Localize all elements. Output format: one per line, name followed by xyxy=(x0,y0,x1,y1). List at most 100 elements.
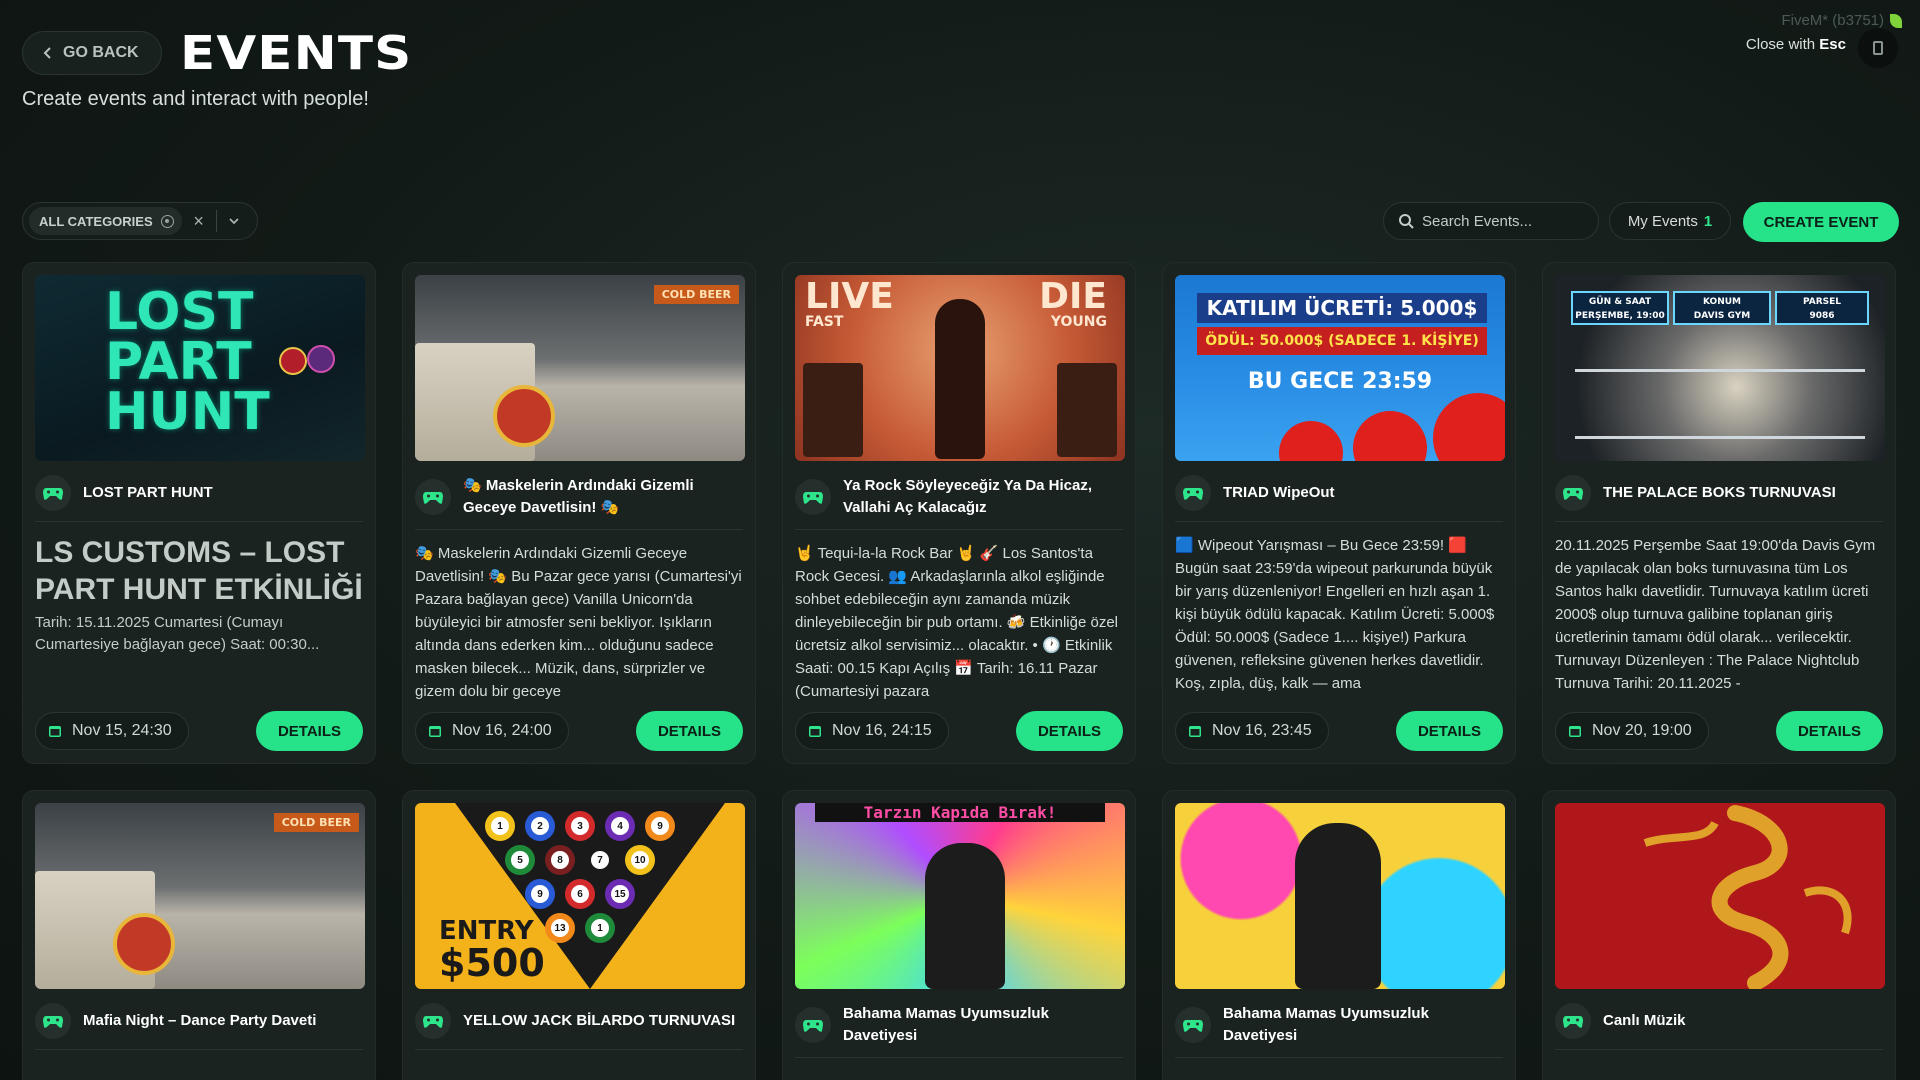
event-card[interactable]: Bahama Mamas Uyumsuzluk Davetiyesi xyxy=(1162,790,1516,1080)
clear-filter-button[interactable]: × xyxy=(182,211,216,232)
speaker-image xyxy=(803,363,863,457)
billiard-ball-number: 10 xyxy=(631,851,649,869)
event-title: THE PALACE BOKS TURNUVASI xyxy=(1603,484,1836,501)
event-date: Nov 16, 24:15 xyxy=(795,712,949,750)
image-text-line: LIVE xyxy=(805,276,894,317)
event-card[interactable]: COLD BEER Mafia Night – Dance Party Dave… xyxy=(22,790,376,1080)
event-title: YELLOW JACK BİLARDO TURNUVASI xyxy=(463,1012,736,1029)
info-banner-label: GÜN & SAAT xyxy=(1588,297,1652,307)
billiard-ball: 1 xyxy=(485,811,515,841)
event-title: Bahama Mamas Uyumsuzluk Davetiyesi xyxy=(843,1005,1049,1044)
speaker-image xyxy=(1057,363,1117,457)
event-date: Nov 16, 24:00 xyxy=(415,712,569,750)
search-input[interactable] xyxy=(1422,212,1582,230)
fivem-build-text: FiveM* (b3751) xyxy=(1781,12,1884,29)
category-chip-label: ALL CATEGORIES xyxy=(39,213,153,229)
page-subtitle: Create events and interact with people! xyxy=(22,88,369,110)
event-card[interactable]: Tarzın Kapıda Bırak! Bahama Mamas Uyumsu… xyxy=(782,790,1136,1080)
billiard-ball: 9 xyxy=(645,811,675,841)
event-header: Bahama Mamas Uyumsuzluk Davetiyesi xyxy=(1175,1003,1503,1058)
info-banner-value: 9086 xyxy=(1809,311,1835,321)
event-image xyxy=(1555,803,1885,989)
billiard-ball-number: 5 xyxy=(511,851,529,869)
filter-dropdown-button[interactable] xyxy=(217,215,251,227)
gamepad-icon xyxy=(795,479,831,515)
event-description-heading: LS CUSTOMS – LOST PART HUNT ETKİNLİĞİ xyxy=(35,536,363,606)
calendar-icon xyxy=(809,726,821,737)
billiard-ball: 15 xyxy=(605,879,635,909)
billiard-ball: 4 xyxy=(605,811,635,841)
event-description: 🟦 Wipeout Yarışması – Bu Gece 23:59! 🟥 B… xyxy=(1175,537,1495,692)
target-icon xyxy=(160,214,174,228)
search-box[interactable] xyxy=(1383,202,1599,240)
event-header: THE PALACE BOKS TURNUVASI xyxy=(1555,475,1883,522)
dancer-image xyxy=(925,843,1005,989)
fivem-build-label: FiveM* (b3751) xyxy=(1781,12,1902,29)
gamepad-icon xyxy=(415,1003,451,1039)
billiard-ball: 9 xyxy=(525,879,555,909)
event-image: KATILIM ÜCRETİ: 5.000$ ÖDÜL: 50.000$ (SA… xyxy=(1175,275,1505,461)
event-card[interactable]: LOST PART HUNT LOST PART HUNT LS CUSTOMS… xyxy=(22,262,376,764)
go-back-label: GO BACK xyxy=(63,44,139,61)
event-footer: Nov 16, 23:45 DETAILS xyxy=(1175,711,1503,751)
billiard-ball-number: 1 xyxy=(491,817,509,835)
event-card[interactable]: KATILIM ÜCRETİ: 5.000$ ÖDÜL: 50.000$ (SA… xyxy=(1162,262,1516,764)
event-card[interactable]: LIVE FAST DIE YOUNG Ya Rock Söyleyeceğiz… xyxy=(782,262,1136,764)
event-date-text: Nov 16, 24:15 xyxy=(832,722,932,739)
bar-logo-image xyxy=(493,385,555,447)
details-button[interactable]: DETAILS xyxy=(1775,711,1883,751)
image-text-line: YOUNG xyxy=(1050,314,1107,330)
billiard-ball-number: 6 xyxy=(571,885,589,903)
category-filter[interactable]: ALL CATEGORIES × xyxy=(22,202,258,240)
entry-price: $500 xyxy=(439,941,545,985)
details-button[interactable]: DETAILS xyxy=(1395,711,1503,751)
billiard-ball-number: 9 xyxy=(651,817,669,835)
event-title: TRIAD WipeOut xyxy=(1223,484,1335,501)
info-banner: KONUM DAVIS GYM xyxy=(1673,291,1771,325)
gamepad-icon xyxy=(35,1003,71,1039)
billiard-ball-number: 1 xyxy=(591,919,609,937)
events-grid: LOST PART HUNT LOST PART HUNT LS CUSTOMS… xyxy=(22,262,1896,1080)
event-description: 20.11.2025 Perşembe Saat 19:00'da Davis … xyxy=(1555,537,1876,692)
create-event-button[interactable]: CREATE EVENT xyxy=(1743,202,1899,242)
chevron-down-icon xyxy=(229,218,239,225)
calendar-icon xyxy=(429,726,441,737)
image-text-line: DIE xyxy=(1039,276,1107,317)
close-button[interactable] xyxy=(1858,28,1898,68)
event-card[interactable]: GÜN & SAAT PERŞEMBE, 19:00 KONUM DAVIS G… xyxy=(1542,262,1896,764)
details-button[interactable]: DETAILS xyxy=(255,711,363,751)
wipeout-ball xyxy=(1279,421,1343,461)
info-banner-label: KONUM xyxy=(1702,297,1742,307)
billiard-ball-number: 9 xyxy=(531,885,549,903)
badge-icon xyxy=(307,345,335,373)
details-button[interactable]: DETAILS xyxy=(1015,711,1123,751)
event-card[interactable]: COLD BEER 🎭 Maskelerin Ardındaki Gizemli… xyxy=(402,262,756,764)
close-hint-key: Esc xyxy=(1819,36,1846,53)
details-button[interactable]: DETAILS xyxy=(635,711,743,751)
billiard-ball: 8 xyxy=(545,845,575,875)
my-events-button[interactable]: My Events 1 xyxy=(1609,202,1731,240)
event-title: LOST PART HUNT xyxy=(83,484,213,501)
banner-text: Tarzın Kapıda Bırak! xyxy=(815,803,1105,822)
event-date: Nov 16, 23:45 xyxy=(1175,712,1329,750)
info-banner-value: PERŞEMBE, 19:00 xyxy=(1575,311,1665,321)
fivem-leaf-icon xyxy=(1890,13,1902,28)
category-chip[interactable]: ALL CATEGORIES xyxy=(29,207,182,235)
go-back-button[interactable]: GO BACK xyxy=(22,31,162,75)
event-card[interactable]: Canlı Müzik xyxy=(1542,790,1896,1080)
event-card[interactable]: 1 2 3 4 9 5 8 7 10 9 6 15 13 1 ENTRY $500 YELLOW JACK… xyxy=(402,790,756,1080)
billiard-ball-number: 3 xyxy=(571,817,589,835)
event-header: YELLOW JACK BİLARDO TURNUVASI xyxy=(415,1003,743,1050)
prize-banner: ÖDÜL: 50.000$ (SADECE 1. KİŞİYE) xyxy=(1197,327,1487,355)
event-description-text: Tarih: 15.11.2025 Cumartesi (Cumayı Cuma… xyxy=(35,614,320,653)
time-banner: BU GECE 23:59 xyxy=(1247,369,1433,394)
event-date-text: Nov 16, 24:00 xyxy=(452,722,552,739)
event-footer: Nov 20, 19:00 DETAILS xyxy=(1555,711,1883,751)
billiard-ball: 5 xyxy=(505,845,535,875)
event-header: Ya Rock Söyleyeceğiz Ya Da Hicaz, Vallah… xyxy=(795,475,1123,530)
price-banner: KATILIM ÜCRETİ: 5.000$ xyxy=(1197,293,1487,323)
image-text-line: LOST xyxy=(105,282,254,342)
event-header: TRIAD WipeOut xyxy=(1175,475,1503,522)
badge-icon xyxy=(279,347,307,375)
event-date: Nov 15, 24:30 xyxy=(35,712,189,750)
